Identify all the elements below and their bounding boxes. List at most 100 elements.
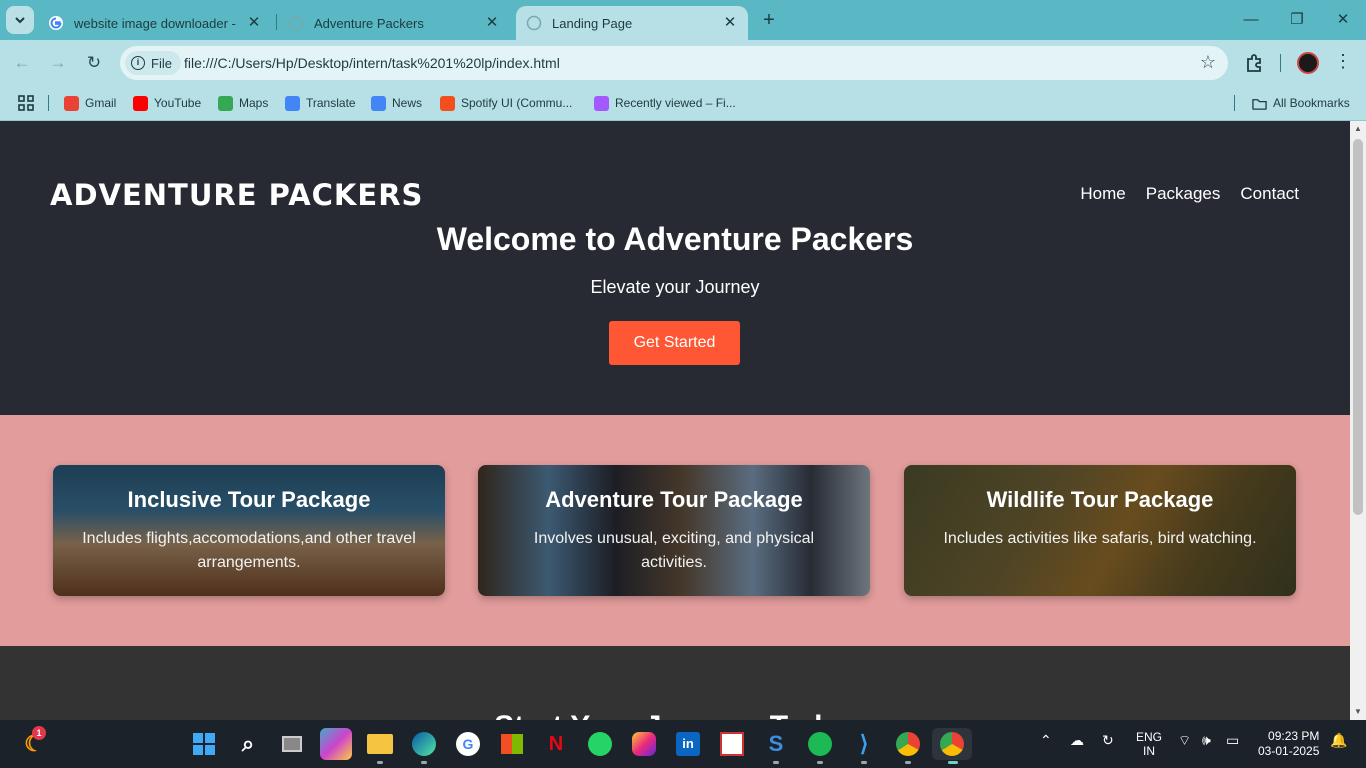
tab-search-button[interactable] bbox=[6, 6, 34, 34]
restore-button[interactable]: ❐ bbox=[1282, 8, 1312, 32]
bookmark-youtube[interactable]: YouTube bbox=[133, 92, 201, 114]
new-tab-button[interactable]: + bbox=[758, 9, 780, 31]
package-description: Includes flights,accomodations,and other… bbox=[82, 530, 416, 571]
figma-icon bbox=[440, 95, 455, 111]
google-icon[interactable]: G bbox=[452, 728, 484, 760]
bookmark-news[interactable]: News bbox=[371, 92, 422, 114]
chrome-profile-icon[interactable] bbox=[932, 728, 972, 764]
news-icon bbox=[371, 95, 386, 111]
weather-widget-icon[interactable]: ☾ 1 bbox=[18, 726, 50, 760]
window-close-button[interactable]: ✕ bbox=[1328, 8, 1358, 32]
hero-subtitle: Elevate your Journey bbox=[590, 277, 760, 297]
tab-website-image-downloader[interactable]: website image downloader - Go ✕ bbox=[38, 6, 272, 40]
task-view-icon[interactable] bbox=[276, 728, 308, 760]
bookmark-label: Maps bbox=[239, 96, 269, 110]
gmail-icon bbox=[64, 95, 79, 111]
s-app-icon[interactable]: S bbox=[760, 728, 792, 764]
notification-bell-icon[interactable]: 🔔 bbox=[1330, 732, 1347, 749]
bookmark-recently[interactable]: Recently viewed – Fi... bbox=[594, 92, 736, 114]
avatar[interactable] bbox=[1297, 52, 1319, 74]
scroll-down-arrow[interactable]: ▼ bbox=[1350, 704, 1366, 720]
bookmark-label: Gmail bbox=[85, 96, 117, 110]
chevron-up-icon[interactable]: ⌃ bbox=[1040, 732, 1052, 749]
package-card-adventure[interactable]: Adventure Tour Package Involves unusual,… bbox=[478, 465, 870, 596]
back-button[interactable]: ← bbox=[10, 51, 34, 75]
spotify-icon[interactable] bbox=[804, 728, 836, 764]
nav-home-link[interactable]: Home bbox=[1080, 184, 1125, 204]
file-explorer-icon[interactable] bbox=[364, 728, 396, 764]
nav-contact-link[interactable]: Contact bbox=[1240, 184, 1299, 204]
copilot-icon[interactable] bbox=[320, 728, 352, 760]
package-description: Involves unusual, exciting, and physical… bbox=[533, 530, 815, 571]
start-windows-icon[interactable] bbox=[188, 728, 220, 760]
bookmark-label: Spotify UI (Commu... bbox=[461, 96, 573, 110]
nav-packages-link[interactable]: Packages bbox=[1146, 184, 1221, 204]
info-icon: i bbox=[131, 56, 145, 70]
bookmark-label: YouTube bbox=[154, 96, 202, 110]
package-card-inclusive[interactable]: Inclusive Tour Package Includes flights,… bbox=[53, 465, 445, 596]
close-icon[interactable]: ✕ bbox=[484, 15, 500, 31]
search-icon[interactable]: ⌕ bbox=[232, 728, 264, 760]
vertical-scrollbar[interactable]: ▲ ▼ bbox=[1350, 121, 1366, 720]
site-info-chip[interactable]: i File bbox=[125, 51, 181, 75]
page-viewport: ADVENTURE PACKERS Home Packages Contact … bbox=[0, 121, 1350, 720]
bookmarks-bar: Gmail YouTube Maps Translate News Spotify UI … bbox=[0, 86, 1366, 121]
tab-landing-page[interactable]: Landing Page ✕ bbox=[516, 6, 748, 40]
vscode-icon[interactable]: ⟩ bbox=[848, 728, 880, 764]
onedrive-icon[interactable]: ☁ bbox=[1070, 732, 1084, 749]
toolbar-divider bbox=[1280, 54, 1281, 72]
chevron-down-icon bbox=[15, 17, 25, 24]
globe-icon bbox=[526, 15, 542, 31]
bookmark-translate[interactable]: Translate bbox=[285, 92, 356, 114]
instagram-icon[interactable] bbox=[628, 728, 660, 760]
package-title: Inclusive Tour Package bbox=[127, 487, 371, 512]
close-icon[interactable]: ✕ bbox=[722, 15, 738, 31]
scroll-up-arrow[interactable]: ▲ bbox=[1350, 121, 1366, 137]
forward-button[interactable]: → bbox=[46, 51, 70, 75]
apps-grid-icon[interactable] bbox=[18, 92, 34, 114]
tab-adventure-packers[interactable]: Adventure Packers ✕ bbox=[278, 6, 510, 40]
maps-icon bbox=[218, 95, 233, 111]
wifi-icon[interactable]: ⌔ bbox=[1178, 732, 1191, 750]
clock[interactable]: 09:23 PM 03-01-2025 bbox=[1258, 729, 1319, 759]
package-card-wildlife[interactable]: Wildlife Tour Package Includes activitie… bbox=[904, 465, 1296, 596]
notification-badge: 1 bbox=[32, 726, 46, 740]
reload-button[interactable]: ↻ bbox=[82, 51, 106, 75]
microsoft-store-icon[interactable] bbox=[496, 728, 528, 760]
netflix-icon[interactable]: N bbox=[540, 728, 572, 760]
menu-icon[interactable]: ⋮ bbox=[1334, 51, 1352, 72]
language-label: ENG bbox=[1136, 730, 1163, 744]
bookmark-label: News bbox=[392, 96, 423, 110]
bookmark-maps[interactable]: Maps bbox=[218, 92, 268, 114]
bookmark-gmail[interactable]: Gmail bbox=[64, 92, 116, 114]
browser-toolbar: ← → ↻ i File file:///C:/Users/Hp/Desktop… bbox=[0, 40, 1366, 86]
figma-icon bbox=[594, 95, 609, 111]
volume-icon[interactable]: 🕪 bbox=[1202, 732, 1211, 749]
minimize-button[interactable]: — bbox=[1236, 8, 1266, 32]
sync-icon[interactable]: ↻ bbox=[1102, 732, 1114, 749]
linkedin-icon[interactable]: in bbox=[672, 728, 704, 760]
scrollbar-thumb[interactable] bbox=[1353, 139, 1363, 515]
all-bookmarks-button[interactable]: All Bookmarks bbox=[1252, 92, 1350, 114]
bookmark-spotify[interactable]: Spotify UI (Commu... bbox=[440, 92, 572, 114]
battery-icon[interactable]: ▭ bbox=[1226, 732, 1239, 749]
cad-app-icon[interactable] bbox=[716, 728, 748, 760]
package-title: Adventure Tour Package bbox=[545, 487, 803, 512]
edge-icon[interactable] bbox=[408, 728, 440, 764]
site-logo[interactable]: ADVENTURE PACKERS bbox=[50, 178, 423, 212]
get-started-button[interactable]: Get Started bbox=[609, 321, 740, 365]
globe-icon bbox=[288, 15, 304, 31]
all-bookmarks-label: All Bookmarks bbox=[1273, 96, 1350, 110]
url-text[interactable]: file:///C:/Users/Hp/Desktop/intern/task%… bbox=[184, 55, 560, 71]
packages-section: Inclusive Tour Package Includes flights,… bbox=[0, 415, 1350, 646]
tab-title: website image downloader - Go bbox=[74, 15, 240, 31]
bookmark-label: Translate bbox=[306, 96, 356, 110]
whatsapp-icon[interactable] bbox=[584, 728, 616, 760]
extensions-icon[interactable] bbox=[1244, 53, 1264, 73]
address-bar[interactable]: i File file:///C:/Users/Hp/Desktop/inter… bbox=[120, 46, 1228, 80]
language-indicator[interactable]: ENG IN bbox=[1136, 730, 1162, 758]
bookmark-star-icon[interactable]: ☆ bbox=[1200, 52, 1216, 73]
close-icon[interactable]: ✕ bbox=[246, 15, 262, 31]
chrome-icon[interactable] bbox=[892, 728, 924, 764]
bookmark-label: Recently viewed – Fi... bbox=[615, 96, 736, 110]
